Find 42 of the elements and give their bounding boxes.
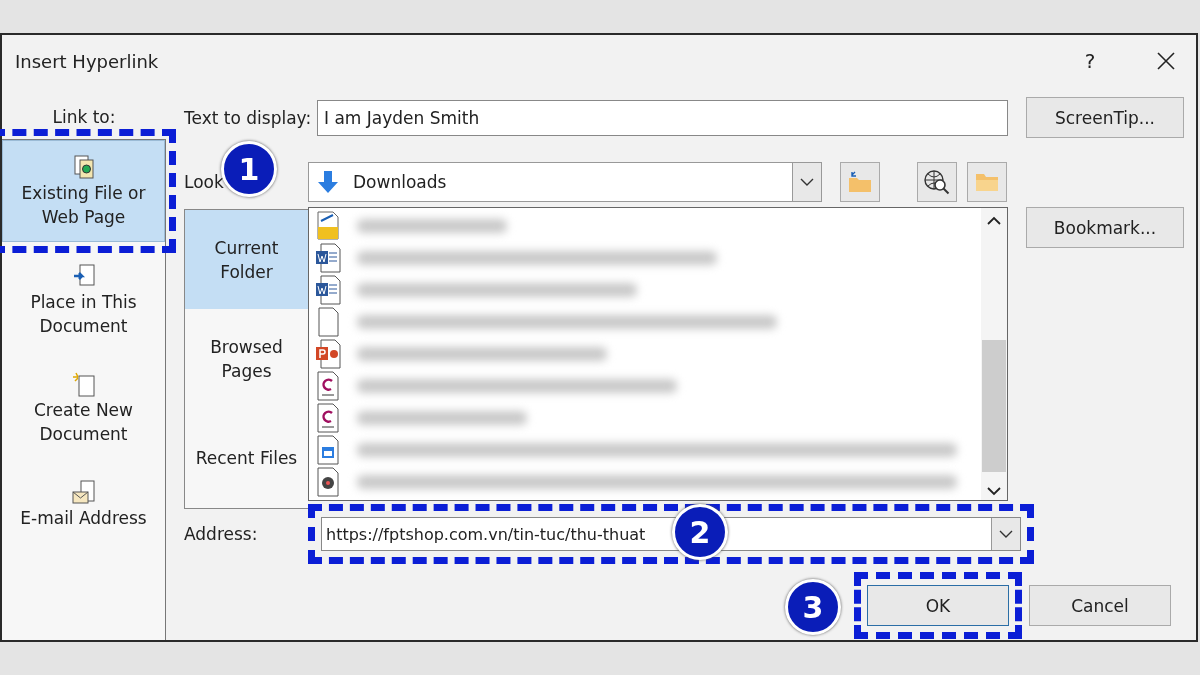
folder-tab[interactable]: Current Folder (185, 210, 308, 310)
cancel-button[interactable]: Cancel (1029, 585, 1171, 626)
scroll-up-icon (987, 216, 1001, 225)
blank-document-icon (315, 307, 341, 337)
text-to-display-field[interactable]: I am Jayden Smith (317, 99, 1008, 136)
address-label: Address: (184, 524, 259, 544)
link-type-item[interactable]: Place in This Document (2, 250, 165, 350)
link-type-item[interactable]: Create New Document (2, 358, 165, 458)
screentip-button[interactable]: ScreenTip... (1026, 97, 1184, 138)
scrollbar[interactable] (981, 208, 1007, 500)
help-button[interactable]: ? (1070, 48, 1110, 74)
envelope-document-icon (71, 480, 96, 506)
document-icon (315, 403, 341, 433)
drawing-file-icon (315, 211, 341, 241)
powerpoint-file-icon (315, 339, 341, 369)
ok-button[interactable]: OK (867, 585, 1009, 626)
window-title: Insert Hyperlink (15, 50, 160, 72)
folder-tab[interactable]: Browsed Pages (185, 309, 308, 409)
word-document-icon (315, 243, 341, 273)
application-file-icon (315, 435, 341, 465)
new-document-icon (71, 372, 96, 398)
look-in-dropdown[interactable]: Downloads (308, 162, 822, 202)
close-icon (1156, 51, 1176, 71)
browse-web-button[interactable] (917, 162, 957, 202)
link-type-item[interactable]: E-mail Address (2, 466, 165, 542)
document-icon (315, 371, 341, 401)
disc-file-icon (315, 467, 341, 497)
globe-search-icon (923, 169, 951, 195)
caret-icon (999, 530, 1013, 538)
document-globe-icon (72, 155, 95, 181)
scroll-down-icon (987, 487, 1001, 496)
folder-up-icon (847, 170, 873, 194)
caret-icon (800, 178, 814, 186)
download-arrow-icon (317, 170, 339, 194)
folder-icon (974, 171, 1000, 193)
up-folder-button[interactable] (840, 162, 880, 202)
text-to-display-label: Text to display: (184, 107, 313, 128)
folder-tab[interactable]: Recent Files (185, 408, 308, 508)
bookmark-button[interactable]: Bookmark... (1026, 207, 1184, 248)
browse-file-button[interactable] (967, 162, 1007, 202)
link-to-label: Link to: (51, 106, 117, 129)
word-document-icon (315, 275, 341, 305)
